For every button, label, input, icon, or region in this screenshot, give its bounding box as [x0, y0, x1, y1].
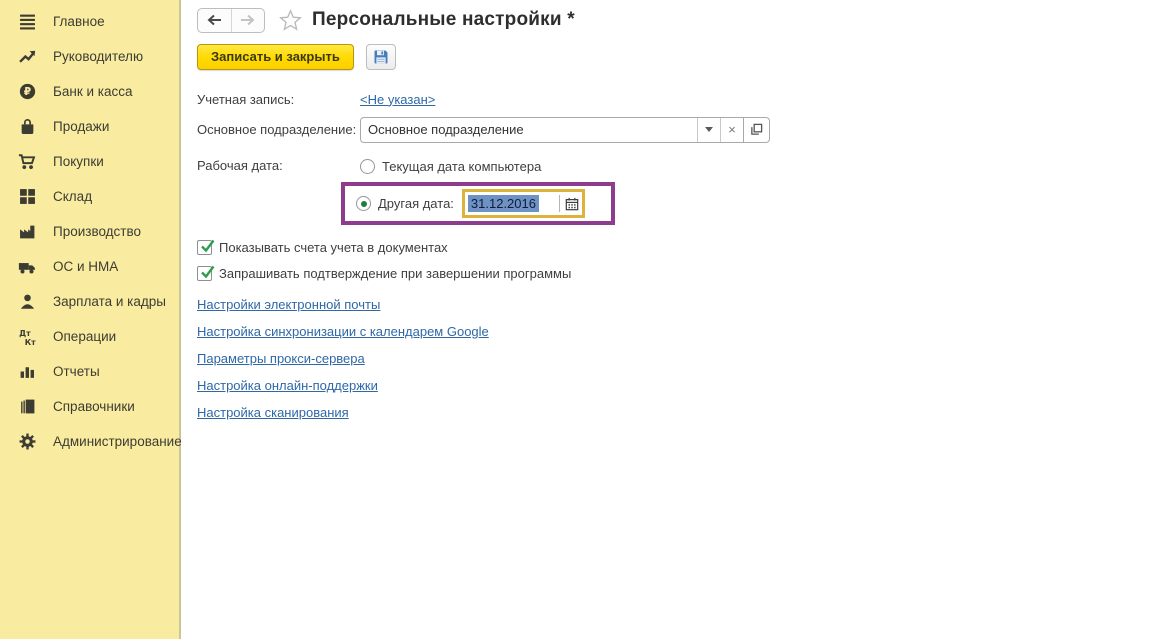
person-icon — [17, 292, 37, 312]
bag-icon — [17, 117, 37, 137]
annotation-highlight-box: Другая дата: 31.12.2016 — [341, 182, 615, 225]
radio-current-date-label: Текущая дата компьютера — [382, 159, 541, 174]
cart-icon — [17, 152, 37, 172]
working-date-label: Рабочая дата: — [197, 154, 360, 173]
books-icon — [17, 397, 37, 417]
save-and-close-button[interactable]: Записать и закрыть — [197, 44, 354, 70]
department-label: Основное подразделение: — [197, 122, 360, 137]
working-date-row: Рабочая дата: Текущая дата компьютера Др… — [197, 154, 1151, 225]
ruble-circle-icon: ₽ — [17, 82, 37, 102]
department-row: Основное подразделение: Основное подразд… — [197, 114, 1151, 145]
back-button[interactable] — [198, 9, 232, 32]
bar-chart-icon — [17, 362, 37, 382]
sidebar-item-operations[interactable]: ДтКт Операции — [0, 319, 179, 354]
department-field: Основное подразделение × — [360, 117, 744, 143]
menu-icon — [17, 12, 37, 32]
svg-text:₽: ₽ — [23, 85, 30, 98]
dt-kt-icon: ДтКт — [17, 327, 37, 347]
grid-icon — [17, 187, 37, 207]
sidebar-item-label: Главное — [53, 14, 105, 29]
sidebar-item-label: Продажи — [53, 119, 109, 134]
field-divider — [559, 195, 560, 212]
history-nav-group — [197, 8, 265, 33]
settings-links: Настройки электронной почты Настройка си… — [197, 297, 1151, 432]
sidebar-item-production[interactable]: Производство — [0, 214, 179, 249]
radio-other-date-label: Другая дата: — [378, 196, 454, 211]
department-dropdown-button[interactable] — [697, 118, 720, 142]
sidebar-item-directories[interactable]: Справочники — [0, 389, 179, 424]
settings-form: Учетная запись: <Не указан> Основное под… — [197, 84, 1151, 432]
svg-text:Кт: Кт — [25, 337, 36, 345]
checkbox-show-accounts[interactable]: Показывать счета учета в документах — [197, 234, 1151, 260]
sidebar-item-reports[interactable]: Отчеты — [0, 354, 179, 389]
checkbox-confirm-exit[interactable]: Запрашивать подтверждение при завершении… — [197, 260, 1151, 286]
sidebar-item-fixed-assets[interactable]: ОС и НМА — [0, 249, 179, 284]
radio-icon — [360, 159, 375, 174]
sidebar-item-label: Производство — [53, 224, 141, 239]
link-proxy-settings[interactable]: Параметры прокси-сервера — [197, 351, 365, 378]
chevron-down-icon — [705, 127, 713, 132]
sidebar-item-label: Зарплата и кадры — [53, 294, 166, 309]
calendar-icon — [565, 197, 579, 211]
forward-arrow-icon — [240, 14, 255, 26]
svg-text:Дт: Дт — [19, 328, 31, 337]
checkbox-show-accounts-label: Показывать счета учета в документах — [219, 240, 448, 255]
sidebar-item-purchases[interactable]: Покупки — [0, 144, 179, 179]
trend-icon — [17, 47, 37, 67]
sidebar-item-bank-cash[interactable]: ₽ Банк и касса — [0, 74, 179, 109]
sidebar-item-label: Склад — [53, 189, 92, 204]
close-icon: × — [728, 123, 736, 136]
checkbox-confirm-exit-label: Запрашивать подтверждение при завершении… — [219, 266, 571, 281]
main-content: Персональные настройки * Записать и закр… — [183, 0, 1151, 639]
floppy-icon — [373, 49, 389, 65]
sidebar-item-warehouse[interactable]: Склад — [0, 179, 179, 214]
sidebar-item-main[interactable]: Главное — [0, 4, 179, 39]
department-input-group: Основное подразделение × — [360, 117, 770, 143]
forward-button[interactable] — [232, 9, 265, 32]
account-label: Учетная запись: — [197, 92, 360, 107]
save-button[interactable] — [366, 44, 396, 70]
link-google-calendar-sync[interactable]: Настройка синхронизации с календарем Goo… — [197, 324, 489, 351]
checkbox-checked-icon — [197, 266, 212, 281]
sidebar-item-manager[interactable]: Руководителю — [0, 39, 179, 74]
working-date-value: 31.12.2016 — [468, 195, 539, 212]
radio-current-date[interactable]: Текущая дата компьютера — [360, 154, 615, 178]
link-scanning-settings[interactable]: Настройка сканирования — [197, 405, 349, 432]
sidebar-item-label: Отчеты — [53, 364, 100, 379]
back-arrow-icon — [207, 14, 222, 26]
sidebar-item-administration[interactable]: Администрирование — [0, 424, 179, 459]
link-online-support-settings[interactable]: Настройка онлайн-поддержки — [197, 378, 378, 405]
account-value-link[interactable]: <Не указан> — [360, 92, 435, 107]
sidebar-item-label: ОС и НМА — [53, 259, 118, 274]
calendar-picker-button[interactable] — [565, 197, 579, 211]
star-icon — [279, 9, 302, 31]
sidebar-item-label: Руководителю — [53, 49, 143, 64]
radio-selected-icon — [356, 196, 371, 211]
sidebar: Главное Руководителю ₽ Банк и касса Прод… — [0, 0, 181, 639]
sidebar-item-label: Администрирование — [53, 434, 182, 449]
favorite-star-button[interactable] — [279, 9, 302, 31]
factory-icon — [17, 222, 37, 242]
department-open-button[interactable] — [744, 117, 770, 143]
command-bar: Записать и закрыть — [197, 43, 1151, 70]
sidebar-item-label: Операции — [53, 329, 116, 344]
working-date-field[interactable]: 31.12.2016 — [462, 189, 585, 218]
title-bar: Персональные настройки * — [197, 6, 1151, 34]
gear-icon — [17, 432, 37, 452]
radio-other-date[interactable]: Другая дата: — [356, 196, 454, 211]
sidebar-item-sales[interactable]: Продажи — [0, 109, 179, 144]
sidebar-item-payroll-hr[interactable]: Зарплата и кадры — [0, 284, 179, 319]
link-email-settings[interactable]: Настройки электронной почты — [197, 297, 380, 324]
sidebar-item-label: Покупки — [53, 154, 104, 169]
account-row: Учетная запись: <Не указан> — [197, 84, 1151, 114]
department-clear-button[interactable]: × — [720, 118, 743, 142]
page-title: Персональные настройки * — [312, 9, 575, 31]
sidebar-item-label: Банк и касса — [53, 84, 133, 99]
truck-icon — [17, 257, 37, 277]
open-form-icon — [750, 123, 763, 136]
sidebar-item-label: Справочники — [53, 399, 135, 414]
department-input[interactable]: Основное подразделение — [361, 118, 697, 142]
checkbox-checked-icon — [197, 240, 212, 255]
working-date-options: Текущая дата компьютера Другая дата: 31.… — [360, 154, 615, 225]
